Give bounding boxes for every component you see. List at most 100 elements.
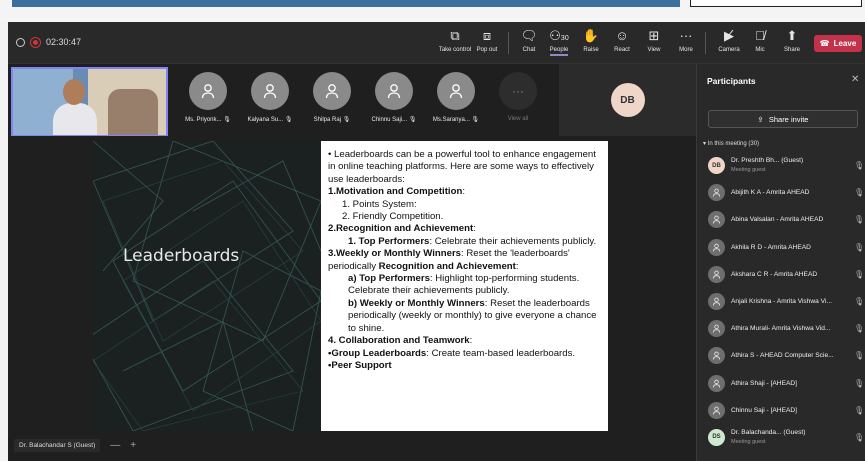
people-button[interactable]: ⚇30 People — [544, 28, 574, 60]
slide-item-bold: a) Top Performers — [348, 273, 430, 285]
list-item[interactable]: Abina Valsalan - Amrita AHEAD 🎙 — [697, 206, 865, 233]
mic-off-icon: 🎙 — [854, 188, 865, 198]
video-person — [53, 77, 97, 135]
mic-button[interactable]: 🎙̸ Mic — [745, 28, 775, 60]
pop-out-button[interactable]: ⧈ Pop out — [472, 28, 502, 60]
share-button[interactable]: ⬆ Share — [777, 28, 807, 60]
participant-tile[interactable]: Shilpa Raj 🎙 — [302, 72, 362, 132]
close-icon[interactable]: ✕ — [851, 74, 859, 85]
react-button[interactable]: ☺ React — [607, 28, 637, 60]
person-icon — [449, 84, 463, 99]
avatar: DB — [610, 83, 645, 117]
record-icon — [30, 36, 41, 48]
avatar: DB — [708, 157, 725, 175]
participant-tile[interactable]: Chinnu Saji... 🎙 — [364, 72, 424, 132]
self-video-tile[interactable] — [11, 67, 168, 137]
participant-name: Anjali Krishna - Amrita Vishwa Vi... — [731, 297, 832, 305]
mic-off-icon: 🎙 — [854, 405, 865, 415]
in-meeting-header[interactable]: ▾ In this meeting (30) — [703, 140, 759, 147]
shared-screen: Leaderboards • Leaderboards can be a pow… — [8, 136, 696, 461]
slide-pattern — [93, 141, 321, 431]
share-icon: ⬆ — [786, 28, 798, 43]
camera-button[interactable]: ▶̸ Camera — [714, 28, 744, 60]
participant-name: Chinnu Saji... — [371, 117, 408, 123]
slide-title: Leaderboards — [123, 246, 240, 266]
list-item[interactable]: Chinnu Saji - [AHEAD] 🎙 — [697, 397, 865, 424]
list-item[interactable]: DS Dr. Balachanda... (Guest) Meeting gue… — [697, 424, 865, 451]
mic-off-icon: 🎙 — [854, 296, 865, 306]
person-head — [63, 79, 85, 105]
slide-heading-3-bold: Recognition and Achievement — [378, 260, 516, 272]
participant-tile[interactable]: Ms.Saranya... 🎙 — [426, 72, 486, 132]
recording-indicator: 02:30:47 — [16, 36, 81, 48]
list-item[interactable]: Athira Murali- Amrita Vishwa Vid... 🎙 — [697, 315, 865, 342]
participant-name: Dr. Balachanda... (Guest) — [731, 428, 806, 436]
avatar — [708, 374, 725, 392]
list-item[interactable]: Abijith K A - Amrita AHEAD 🎙 — [697, 179, 865, 206]
slide-item-bold: 1. Top Performers — [348, 235, 430, 247]
smiley-icon: ☺ — [615, 28, 629, 43]
presenter-caption: Dr. Balachandar S (Guest) — + — [14, 436, 136, 454]
slide-title-pane: Leaderboards — [93, 141, 321, 431]
toolbar-divider — [705, 32, 706, 54]
participant-name: Abina Valsalan - Amrita AHEAD — [731, 216, 824, 224]
participant-list: DB Dr. Preshth Bh... (Guest) Meeting gue… — [697, 152, 865, 451]
list-item[interactable]: DB Dr. Preshth Bh... (Guest) Meeting gue… — [697, 152, 865, 179]
people-icon: ⚇30 — [549, 28, 569, 43]
more-icon: ··· — [499, 72, 537, 110]
view-all-tile[interactable]: ··· View all — [488, 72, 548, 132]
participants-panel: Participants ✕ ⇪ Share invite ▾ In this … — [696, 64, 865, 461]
avatar — [708, 265, 725, 283]
view-button[interactable]: ⊞ View — [639, 28, 669, 60]
slide-intro: • Leaderboards can be a powerful tool to… — [328, 149, 596, 185]
person-icon — [712, 351, 721, 360]
list-item[interactable]: Athira S - AHEAD Computer Scie... 🎙 — [697, 342, 865, 369]
participant-video-tile[interactable]: DB — [559, 64, 696, 136]
list-item[interactable]: Akshara C R - Amrita AHEAD 🎙 — [697, 261, 865, 288]
list-item[interactable]: Anjali Krishna - Amrita Vishwa Vi... 🎙 — [697, 288, 865, 315]
avatar — [708, 320, 725, 338]
avatar — [251, 72, 289, 110]
chevron-down-icon: ▾ — [703, 141, 707, 147]
participant-name: Chinnu Saji - [AHEAD] — [731, 406, 797, 414]
avatar — [708, 401, 725, 419]
slide-heading-3: 3.Weekly or Monthly Winners — [328, 248, 462, 260]
participant-tile[interactable]: Kalyana Su... 🎙 — [240, 72, 300, 132]
slide-heading-2: 2.Recognition and Achievement — [328, 223, 474, 235]
plus-icon[interactable]: + — [130, 440, 136, 451]
participant-name: Athira Shaji - [AHEAD] — [731, 379, 797, 387]
avatar: DS — [708, 428, 725, 446]
participant-tile[interactable]: Ms. Priyonk... 🎙 — [178, 72, 238, 132]
person-icon — [263, 84, 277, 99]
grid-icon: ⊞ — [648, 28, 660, 43]
leave-button[interactable]: ☎ Leave — [814, 35, 862, 52]
video-gallery: Ms. Priyonk... 🎙 Kalyana Su... 🎙 Shilpa … — [8, 64, 696, 137]
list-item[interactable]: Akhila R D - Amrita AHEAD 🎙 — [697, 234, 865, 261]
dash-icon: — — [110, 439, 121, 451]
person-icon — [712, 270, 721, 279]
participant-name: Athira Murali- Amrita Vishwa Vid... — [731, 325, 831, 333]
take-control-button[interactable]: ⧉ Take control — [439, 28, 471, 60]
mic-off-icon: 🎙 — [223, 117, 231, 123]
more-button[interactable]: ··· More — [671, 28, 701, 60]
toolbar-divider — [508, 32, 509, 54]
phone-hangup-icon: ☎ — [819, 39, 830, 48]
share-invite-button[interactable]: ⇪ Share invite — [708, 110, 858, 128]
chat-button[interactable]: 🗨 Chat — [514, 28, 544, 60]
person-icon — [712, 379, 721, 388]
more-icon: ··· — [679, 28, 693, 43]
raise-hand-button[interactable]: ✋ Raise — [576, 28, 606, 60]
participant-name: Ms. Priyonk... — [185, 117, 222, 123]
pop-out-icon: ⧈ — [482, 28, 492, 43]
person-icon — [387, 84, 401, 99]
mic-off-icon: 🎙 — [471, 117, 480, 123]
slide-item-bold: •Peer Support — [328, 359, 392, 371]
participant-role: Meeting guest — [731, 167, 766, 173]
person-icon — [712, 188, 721, 197]
background-window-edge — [12, 0, 680, 7]
list-item[interactable]: Athira Shaji - [AHEAD] 🎙 — [697, 370, 865, 397]
avatar — [437, 72, 475, 110]
mic-off-icon: 🎙 — [854, 215, 865, 225]
slide-item-bold: •Group Leaderboards — [328, 347, 427, 359]
chat-icon: 🗨 — [520, 28, 538, 43]
